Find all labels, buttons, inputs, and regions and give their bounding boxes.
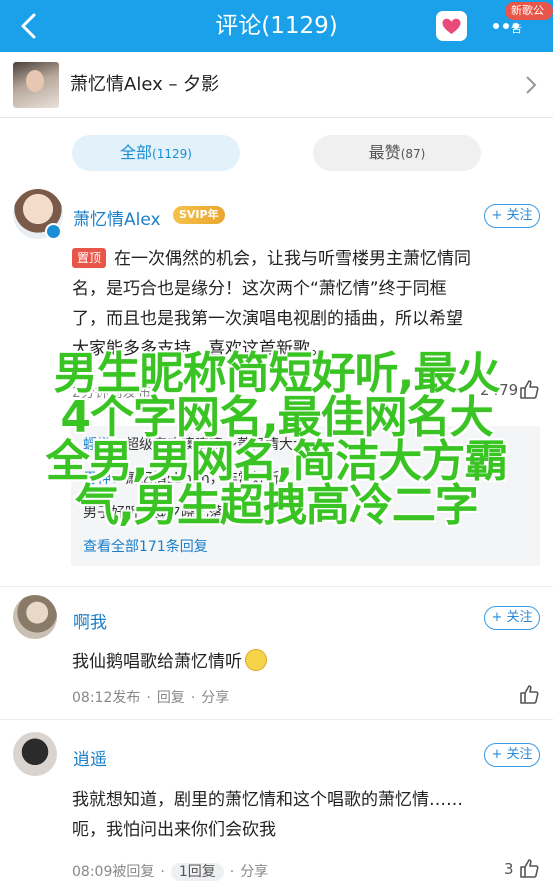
comment-line: 我就想知道，剧里的萧忆情和这个唱歌的萧忆情…… [72,790,463,810]
sort-tabs: 全部(1129) 最赞(87) [0,118,553,190]
avatar[interactable] [13,595,57,639]
new-song-badge[interactable]: 新歌公告 [505,2,553,35]
reply-text: 萧忆情sbhhh，非常好听 [125,471,280,487]
divider [0,719,553,720]
tab-all-label: 全部 [120,143,153,162]
comment-meta-time: 08:09被回复 [72,864,155,880]
page-title: 评论(1129) [215,13,338,39]
view-all-replies-link[interactable]: 查看全部171条回复 [83,536,208,556]
follow-button[interactable]: + 关注 [484,606,540,630]
reply-item: 男神：萧忆情sbhhh，非常好听 [83,468,280,488]
reply-item: 蜉蝣：超级喜欢噢噢噢～萧忆情大大 [83,434,307,454]
comment-text: 我就想知道，剧里的萧忆情和这个唱歌的萧忆情…… 呃，我怕问出来你们会砍我 [72,785,542,845]
top-bar: 评论(1129) 新歌公告 [0,0,553,52]
reply-name[interactable]: 男神： [83,471,125,487]
reply-button[interactable]: 1回复 [170,863,224,881]
share-button[interactable]: 分享 [201,690,229,706]
comment-username[interactable]: 逍遥 [73,745,107,770]
share-button[interactable]: 分享 [240,864,268,880]
back-arrow-icon[interactable] [14,10,46,42]
song-title: 萧忆情Alex – 夕影 [70,74,220,95]
comment-line: 名，是巧合也是缘分！这次两个“萧忆情”终于同框 [72,279,447,299]
comment-text: 置顶 在一次偶然的机会，让我与听雪楼男主萧忆情同 名，是巧合也是缘分！这次两个“萧… [72,244,542,364]
meta-separator: · [160,864,165,880]
comment-meta: 08:09被回复 · 1回复 · 分享 [72,861,268,881]
meta-separator: · [229,864,235,880]
comment-username[interactable]: 萧忆情Alex [73,205,161,230]
tab-all[interactable]: 全部(1129) [72,135,240,171]
verified-icon [45,223,62,240]
comment-meta: 08:12发布 · 回复 · 分享 [72,687,229,707]
avatar[interactable] [13,732,57,776]
reply-text: 超级喜欢噢噢噢～萧忆情大大 [125,437,307,453]
svip-badge: SVIP年 [173,206,225,224]
emoji-icon [245,649,267,671]
chevron-right-icon [526,76,537,94]
song-cover [13,62,59,108]
comment-meta-time: 2分钟前发布 [72,385,151,401]
thumbs-up-icon[interactable] [518,857,540,879]
reply-preview-box[interactable]: 蜉蝣：超级喜欢噢噢噢～萧忆情大大 男神：萧忆情sbhhh，非常好听 男子好听～@… [71,426,540,566]
reply-text: 男子好听～@夕晓忆落花 [83,505,237,521]
tab-top-label: 最赞 [368,143,401,162]
reply-item: 男子好听～@夕晓忆落花 [83,502,237,522]
heart-icon[interactable] [436,11,467,41]
like-count: 3 [504,860,514,878]
follow-button[interactable]: + 关注 [484,743,540,767]
song-row[interactable]: 萧忆情Alex – 夕影 [0,52,553,118]
comment-line: 了，而且也是我第一次演唱电视剧的插曲，所以希望 [72,309,463,329]
reply-name[interactable]: 蜉蝣： [83,437,125,453]
comment-line: 大家能多多支持，喜欢这首新歌。 [72,339,327,359]
tab-top-count: (87) [400,147,426,161]
thumbs-up-icon[interactable] [518,683,540,705]
like-count: 2479 [480,381,519,399]
meta-separator: · [146,690,151,706]
comment-line: 呃，我怕问出来你们会砍我 [72,820,276,840]
thumbs-up-icon[interactable] [518,378,540,400]
follow-button[interactable]: + 关注 [484,204,540,228]
comment-line: 在一次偶然的机会，让我与听雪楼男主萧忆情同 [114,249,472,269]
comment-line: 我仙鹅唱歌给萧忆情听 [72,652,242,672]
pinned-badge: 置顶 [72,248,107,268]
comment-username[interactable]: 啊我 [73,608,107,633]
tab-top[interactable]: 最赞(87) [313,135,481,171]
comment-text: 我仙鹅唱歌给萧忆情听 [72,647,267,677]
tab-all-count: (1129) [152,147,192,161]
comment-meta-time: 08:12发布 [72,690,141,706]
reply-button[interactable]: 回复 [157,690,185,706]
meta-separator: · [190,690,196,706]
divider [0,586,553,587]
